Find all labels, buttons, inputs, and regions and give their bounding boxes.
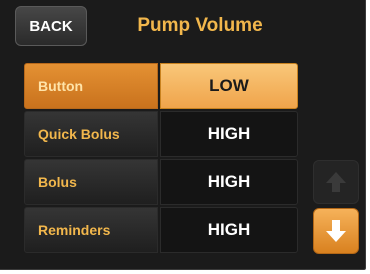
setting-label: Reminders	[24, 207, 158, 253]
setting-value[interactable]: HIGH	[160, 111, 298, 157]
arrow-up-icon	[326, 172, 346, 192]
setting-label: Button	[24, 63, 158, 109]
back-button[interactable]: BACK	[15, 6, 87, 46]
setting-value[interactable]: HIGH	[160, 207, 298, 253]
arrow-down-icon	[326, 220, 346, 242]
setting-label: Bolus	[24, 159, 158, 205]
scroll-up-button[interactable]	[313, 160, 359, 204]
setting-value[interactable]: HIGH	[160, 159, 298, 205]
scroll-down-button[interactable]	[313, 208, 359, 254]
volume-settings-list: Button LOW Quick Bolus HIGH Bolus HIGH R…	[24, 63, 298, 255]
page-title: Pump Volume	[137, 15, 263, 36]
setting-row-bolus[interactable]: Bolus HIGH	[24, 159, 298, 205]
setting-row-quick-bolus[interactable]: Quick Bolus HIGH	[24, 111, 298, 157]
pump-volume-screen: BACK Pump Volume Button LOW Quick Bolus …	[0, 0, 366, 270]
setting-label: Quick Bolus	[24, 111, 158, 157]
setting-row-button[interactable]: Button LOW	[24, 63, 298, 109]
setting-row-reminders[interactable]: Reminders HIGH	[24, 207, 298, 253]
setting-value[interactable]: LOW	[160, 63, 298, 109]
